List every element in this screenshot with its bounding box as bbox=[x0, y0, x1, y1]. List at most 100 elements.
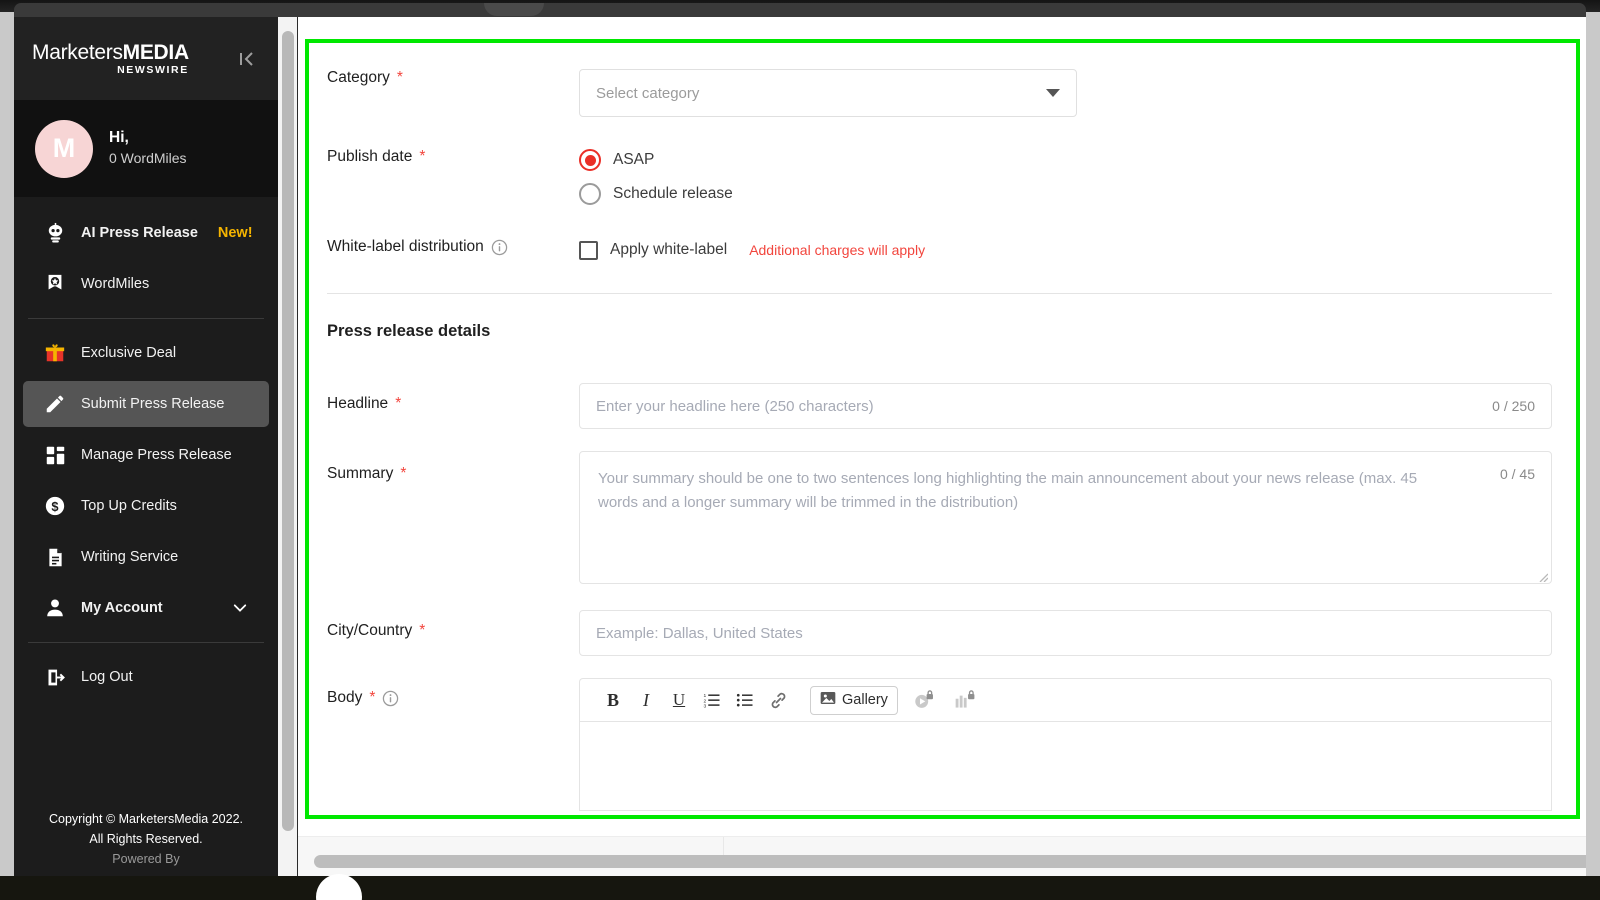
sidebar-item-wordmiles[interactable]: WordMiles bbox=[23, 261, 269, 307]
chevron-down-icon[interactable] bbox=[231, 599, 249, 617]
collapse-sidebar-icon[interactable] bbox=[232, 44, 262, 74]
sidebar-item-submit-press-release[interactable]: Submit Press Release bbox=[23, 381, 269, 427]
sidebar-item-writing-service[interactable]: Writing Service bbox=[23, 534, 269, 580]
sidebar-item-manage-press-release[interactable]: Manage Press Release bbox=[23, 432, 269, 478]
user-profile-block[interactable]: M Hi, 0 WordMiles bbox=[14, 100, 278, 197]
brand-tagline: NEWSWIRE bbox=[117, 63, 189, 76]
sidebar-item-exclusive-deal[interactable]: Exclusive Deal bbox=[23, 330, 269, 376]
field-row-city-country: City/Country * Example: Dallas, United S… bbox=[327, 610, 1552, 656]
headline-input[interactable]: Enter your headline here (250 characters… bbox=[579, 383, 1552, 429]
browser-top-bar bbox=[14, 3, 1586, 17]
radio-button-asap[interactable] bbox=[579, 149, 601, 171]
sidebar-item-label: WordMiles bbox=[81, 276, 150, 292]
apply-white-label-checkbox-row[interactable]: Apply white-label Additional charges wil… bbox=[579, 235, 1552, 265]
info-icon[interactable] bbox=[382, 690, 399, 707]
section-divider bbox=[327, 293, 1552, 294]
gallery-button[interactable]: Gallery bbox=[810, 685, 898, 715]
city-country-field: Example: Dallas, United States bbox=[579, 610, 1552, 656]
radio-label: ASAP bbox=[613, 151, 655, 168]
sidebar-divider-1 bbox=[28, 318, 264, 319]
page-vertical-scrollbar[interactable] bbox=[278, 17, 298, 876]
category-label-text: Category bbox=[327, 69, 390, 86]
bullet-list-icon[interactable] bbox=[730, 685, 760, 715]
badge-star-icon bbox=[43, 272, 67, 296]
document-icon bbox=[43, 545, 67, 569]
avatar: M bbox=[35, 119, 93, 178]
sidebar-item-label: My Account bbox=[81, 600, 163, 616]
field-row-white-label: White-label distribution Apply white-lab… bbox=[327, 235, 1552, 265]
radio-option-asap[interactable]: ASAP bbox=[579, 143, 1552, 177]
chevron-down-icon[interactable] bbox=[1046, 89, 1060, 97]
svg-text:$: $ bbox=[51, 499, 58, 514]
device-chrome-bottom bbox=[0, 874, 1600, 900]
italic-button[interactable]: I bbox=[631, 685, 661, 715]
info-icon[interactable] bbox=[491, 239, 508, 256]
white-label-field: Apply white-label Additional charges wil… bbox=[579, 235, 1552, 265]
city-country-placeholder: Example: Dallas, United States bbox=[596, 624, 803, 642]
svg-text:3: 3 bbox=[703, 704, 706, 710]
summary-field: Your summary should be one to two senten… bbox=[579, 451, 1552, 584]
required-marker: * bbox=[419, 622, 426, 639]
required-marker: * bbox=[400, 465, 407, 482]
user-text: Hi, 0 WordMiles bbox=[109, 128, 187, 170]
additional-charges-warning: Additional charges will apply bbox=[749, 242, 926, 258]
category-select[interactable]: Select category bbox=[579, 69, 1077, 117]
body-editor-area[interactable] bbox=[579, 721, 1552, 811]
sidebar-item-label: Writing Service bbox=[81, 549, 179, 565]
summary-label: Summary * bbox=[327, 451, 579, 483]
underline-button[interactable]: U bbox=[664, 685, 694, 715]
radio-button-schedule-release[interactable] bbox=[579, 183, 601, 205]
link-icon[interactable] bbox=[763, 685, 793, 715]
white-label-label-text: White-label distribution bbox=[327, 238, 484, 255]
device-home-button bbox=[316, 874, 362, 900]
white-label-label: White-label distribution bbox=[327, 235, 579, 256]
svg-text:1: 1 bbox=[703, 693, 706, 699]
person-icon bbox=[43, 596, 67, 620]
bold-button[interactable]: B bbox=[598, 685, 628, 715]
sidebar-item-label: Exclusive Deal bbox=[81, 345, 177, 361]
publish-date-label: Publish date * bbox=[327, 143, 579, 166]
robot-icon bbox=[43, 221, 67, 245]
numbered-list-icon[interactable]: 123 bbox=[697, 685, 727, 715]
copyright-line-1: Copyright © MarketersMedia 2022. bbox=[48, 812, 244, 827]
headline-counter: 0 / 250 bbox=[1492, 398, 1535, 414]
sidebar-item-top-up-credits[interactable]: $ Top Up Credits bbox=[23, 483, 269, 529]
body-label-text: Body bbox=[327, 689, 363, 706]
vertical-scrollbar-thumb[interactable] bbox=[282, 31, 294, 831]
brand-name: MarketersMEDIA bbox=[32, 42, 189, 63]
highlighted-form-region: Category * Select category Publish date … bbox=[305, 39, 1580, 819]
checkbox-label: Apply white-label bbox=[610, 241, 728, 258]
sidebar-item-my-account[interactable]: My Account bbox=[23, 585, 269, 631]
required-marker: * bbox=[419, 148, 426, 165]
required-marker: * bbox=[395, 395, 402, 412]
image-icon bbox=[820, 690, 836, 710]
body-label: Body * bbox=[327, 678, 579, 707]
sidebar: MarketersMEDIA NEWSWIRE M Hi, 0 WordMile… bbox=[14, 17, 278, 876]
field-row-category: Category * Select category bbox=[327, 69, 1552, 117]
horizontal-scrollbar-thumb[interactable] bbox=[314, 855, 1586, 868]
field-row-summary: Summary * Your summary should be one to … bbox=[327, 451, 1552, 584]
required-marker: * bbox=[396, 69, 403, 86]
sidebar-item-ai-press-release[interactable]: AI Press Release New! bbox=[23, 210, 269, 256]
form-container: Category * Select category Publish date … bbox=[309, 43, 1576, 815]
city-country-input[interactable]: Example: Dallas, United States bbox=[579, 610, 1552, 656]
brand-name-bold: MEDIA bbox=[122, 40, 189, 64]
apply-white-label-checkbox[interactable] bbox=[579, 240, 598, 260]
gift-icon bbox=[43, 341, 67, 365]
radio-option-schedule-release[interactable]: Schedule release bbox=[579, 177, 1552, 211]
sidebar-item-log-out[interactable]: Log Out bbox=[23, 654, 269, 700]
page-horizontal-scrollbar[interactable] bbox=[298, 836, 1586, 876]
powered-by-label: Powered By bbox=[112, 852, 180, 866]
app-window: MarketersMEDIA NEWSWIRE M Hi, 0 WordMile… bbox=[14, 17, 1586, 876]
grid-icon bbox=[43, 443, 67, 467]
logout-icon bbox=[43, 665, 67, 689]
sidebar-item-label: Submit Press Release bbox=[81, 396, 225, 412]
body-editor-toolbar: B I U 123 Gallery bbox=[579, 678, 1552, 721]
screen-root: MarketersMEDIA NEWSWIRE M Hi, 0 WordMile… bbox=[0, 0, 1600, 900]
brand-logo[interactable]: MarketersMEDIA NEWSWIRE bbox=[32, 42, 189, 76]
gallery-button-label: Gallery bbox=[842, 692, 888, 708]
textarea-resize-handle[interactable] bbox=[1537, 569, 1549, 583]
summary-textarea[interactable]: Your summary should be one to two senten… bbox=[579, 451, 1552, 584]
sidebar-nav: AI Press Release New! WordMiles Exclusiv… bbox=[14, 197, 278, 810]
sidebar-item-label: AI Press Release bbox=[81, 225, 198, 241]
